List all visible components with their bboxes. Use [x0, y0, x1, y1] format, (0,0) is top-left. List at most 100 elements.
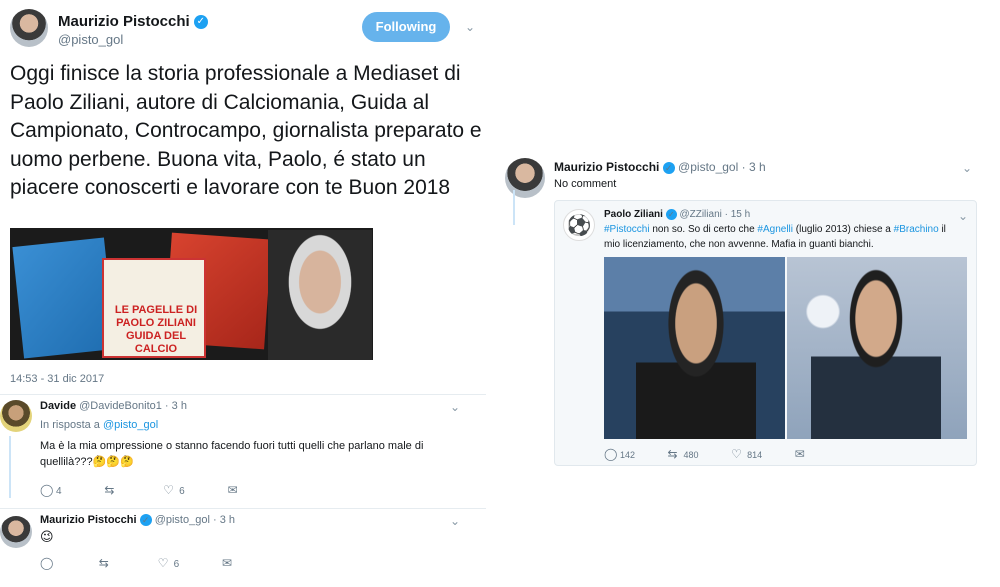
dm-action[interactable]: ✉: [227, 483, 243, 497]
chevron-down-icon[interactable]: ⌄: [962, 161, 972, 175]
reply-tweet: Davide @DavideBonito1 · 3 h ⌄ In rispost…: [0, 396, 486, 504]
reply-action[interactable]: ◯ 4: [40, 483, 62, 497]
reply-tweet: Maurizio Pistocchi ✓ @pisto_gol · 3 h ⌄ …: [0, 510, 486, 584]
reply-count: 4: [56, 486, 62, 497]
like-count: 814: [747, 450, 763, 460]
avatar[interactable]: [10, 9, 48, 47]
quoted-photo[interactable]: [604, 257, 967, 439]
tweet-author[interactable]: Maurizio Pistocchi ✓ @pisto_gol · 3 h: [554, 160, 766, 174]
quoted-time[interactable]: · 15 h: [725, 209, 751, 220]
avatar[interactable]: [0, 400, 32, 432]
author-name[interactable]: Maurizio Pistocchi: [40, 514, 137, 526]
verified-badge-icon: ✓: [665, 209, 677, 220]
author-name[interactable]: Maurizio Pistocchi: [554, 160, 659, 174]
author-handle[interactable]: @pisto_gol: [155, 514, 210, 526]
reply-time[interactable]: · 3 h: [165, 400, 187, 412]
author-handle[interactable]: @pisto_gol: [58, 32, 123, 47]
action-bar: ◯ 142 ⇆ 480 ♡ 814 ✉: [604, 447, 841, 461]
quoted-text-content: #Pistocchi non so. So di certo che #Agne…: [604, 224, 946, 250]
author-handle[interactable]: @pisto_gol: [678, 160, 738, 174]
avatar[interactable]: [0, 516, 32, 548]
book-cover-image: [12, 237, 116, 359]
photo-right: [787, 257, 967, 439]
heart-icon: ♡: [157, 556, 169, 570]
chevron-down-icon[interactable]: ⌄: [958, 209, 968, 223]
chevron-down-icon[interactable]: ⌄: [450, 514, 460, 528]
reply-action[interactable]: ◯: [40, 556, 56, 570]
person-image: [811, 267, 941, 439]
like-action[interactable]: ♡ 814: [731, 447, 762, 461]
in-reply-to: In risposta a @pisto_gol: [40, 417, 470, 433]
retweet-icon: ⇆: [98, 556, 109, 570]
like-action[interactable]: ♡ 6: [163, 483, 185, 497]
quote-tweet-panel: Maurizio Pistocchi ✓ @pisto_gol · 3 h ⌄ …: [497, 150, 997, 480]
reply-author[interactable]: Davide @DavideBonito1 · 3 h: [40, 400, 187, 412]
action-bar: ◯ ⇆ ♡ 6 ✉: [40, 556, 278, 570]
reply-action[interactable]: ◯ 142: [604, 447, 635, 461]
divider: [0, 394, 486, 395]
thread-line: [9, 436, 11, 498]
retweet-action[interactable]: ⇆: [99, 556, 115, 570]
like-count: 6: [179, 486, 185, 497]
in-reply-handle-link[interactable]: @pisto_gol: [103, 419, 158, 431]
photo-left: [604, 257, 785, 439]
author-handle[interactable]: @DavideBonito1: [79, 400, 162, 412]
author-name[interactable]: Paolo Ziliani: [604, 209, 663, 220]
retweet-action[interactable]: ⇆ 480: [668, 447, 699, 461]
reply-icon: ◯: [604, 447, 618, 461]
portrait-image: [268, 230, 372, 360]
action-bar: ◯ 4 ⇆ ♡ 6 ✉: [40, 483, 283, 497]
dm-action[interactable]: ✉: [795, 447, 811, 461]
chevron-down-icon[interactable]: ⌄: [450, 400, 460, 414]
avatar[interactable]: [505, 158, 545, 198]
following-button[interactable]: Following: [362, 12, 450, 42]
soccer-ball-avatar-icon[interactable]: ⚽: [563, 209, 595, 241]
person-image: [636, 269, 756, 439]
hashtag-link[interactable]: #Pistocchi: [604, 224, 650, 235]
author-name[interactable]: Davide: [40, 400, 76, 412]
quoted-tweet[interactable]: ⚽ Paolo Ziliani ✓ @ZZiliani · 15 h ⌄ #Pi…: [554, 200, 977, 466]
author-handle[interactable]: @ZZiliani: [679, 209, 721, 220]
verified-badge-icon: ✓: [139, 514, 152, 527]
reply-icon: ◯: [40, 483, 54, 497]
left-panel: Maurizio Pistocchi ✓ @pisto_gol Followin…: [0, 0, 486, 587]
author-name-text[interactable]: Maurizio Pistocchi: [58, 13, 190, 30]
reply-author[interactable]: Maurizio Pistocchi ✓ @pisto_gol · 3 h: [40, 514, 235, 527]
tweet-timestamp[interactable]: 14:53 - 31 dic 2017: [10, 373, 104, 385]
retweet-action[interactable]: ⇆: [104, 483, 120, 497]
envelope-icon: ✉: [794, 447, 805, 461]
tweet-photo[interactable]: LE PAGELLE DI PAOLO ZILIANI GUIDA DEL CA…: [10, 228, 373, 360]
divider: [0, 508, 486, 509]
reply-text: 😉: [40, 529, 54, 544]
book-title: LE PAGELLE DI PAOLO ZILIANI GUIDA DEL CA…: [114, 304, 198, 355]
quoted-author[interactable]: Paolo Ziliani ✓ @ZZiliani · 15 h: [604, 209, 750, 220]
thread-line: [513, 190, 515, 225]
like-count: 6: [173, 559, 180, 570]
retweet-icon: ⇆: [104, 483, 115, 497]
like-action[interactable]: ♡ 6: [158, 556, 180, 570]
heart-icon: ♡: [163, 483, 174, 497]
heart-icon: ♡: [731, 447, 742, 461]
reply-time[interactable]: · 3 h: [213, 514, 235, 526]
dm-action[interactable]: ✉: [222, 556, 238, 570]
quoted-text-segment: (luglio 2013) chiese a: [793, 224, 894, 235]
envelope-icon: ✉: [227, 483, 238, 497]
author-name[interactable]: Maurizio Pistocchi ✓: [58, 13, 208, 30]
verified-badge-icon: ✓: [662, 161, 675, 174]
hashtag-link[interactable]: #Agnelli: [757, 224, 793, 235]
tweet-text: No comment: [554, 178, 617, 190]
retweet-icon: ⇆: [667, 447, 678, 461]
quoted-text-segment: non so. So di certo che: [649, 224, 758, 235]
verified-badge-icon: ✓: [193, 15, 208, 30]
quoted-text: #Pistocchi non so. So di certo che #Agne…: [604, 222, 964, 252]
tweet-time[interactable]: · 3 h: [742, 160, 766, 174]
envelope-icon: ✉: [221, 556, 232, 570]
hashtag-link[interactable]: #Brachino: [894, 224, 939, 235]
main-tweet-header: Maurizio Pistocchi ✓ @pisto_gol Followin…: [10, 6, 486, 50]
reply-icon: ◯: [40, 556, 54, 570]
reply-count: 142: [620, 450, 636, 460]
reply-text: Ma è la mia ompressione o stanno facendo…: [40, 440, 424, 468]
tweet-text: Oggi finisce la storia professionale a M…: [10, 62, 482, 199]
retweet-count: 480: [683, 450, 699, 460]
chevron-down-icon[interactable]: ⌄: [465, 20, 475, 34]
